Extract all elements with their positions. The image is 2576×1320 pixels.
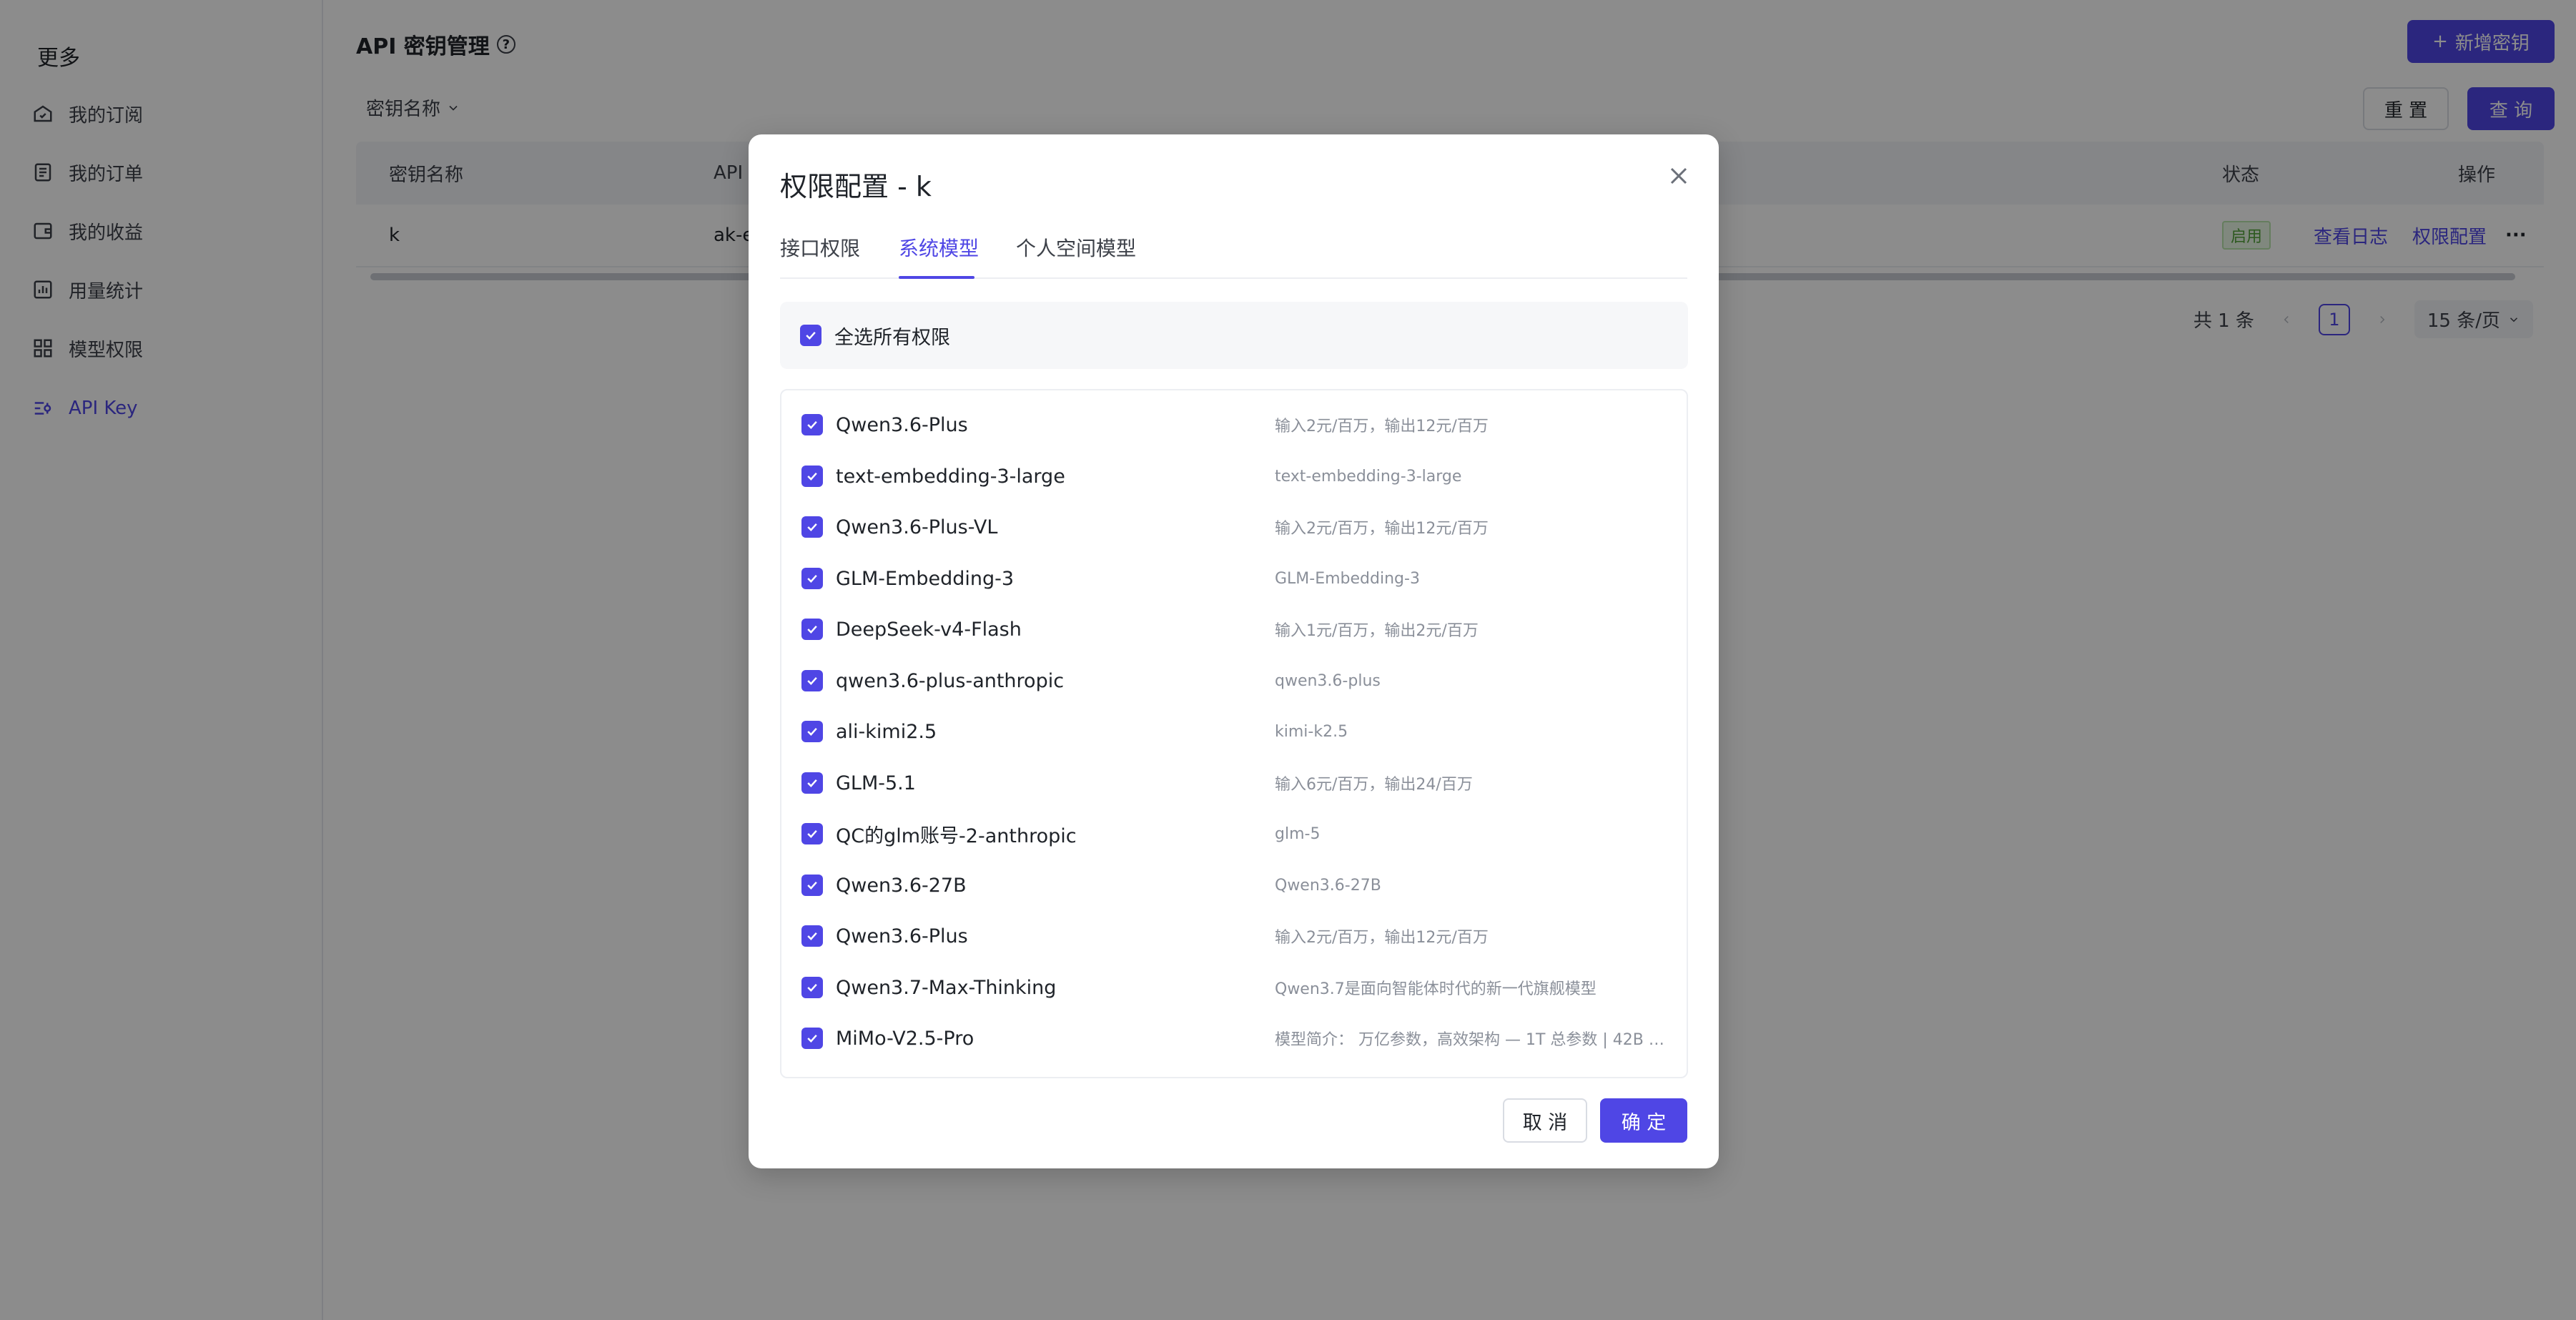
list-item[interactable]: Qwen3.6-Plus 输入2元/百万，输出12元/百万 (801, 403, 1672, 446)
cancel-button[interactable]: 取 消 (1503, 1098, 1587, 1143)
checkbox-checked-icon (801, 466, 823, 487)
model-name: Qwen3.6-Plus (836, 925, 968, 947)
list-item[interactable]: Qwen3.7-Max-Thinking Qwen3.7是面向智能体时代的新一代… (801, 966, 1672, 1009)
list-item[interactable]: GLM-5.1 输入6元/百万，输出24/百万 (801, 762, 1672, 804)
tab-api-permissions[interactable]: 接口权限 (780, 233, 860, 262)
model-name: Qwen3.7-Max-Thinking (836, 976, 1057, 999)
model-list: Qwen3.6-Plus 输入2元/百万，输出12元/百万 text-embed… (780, 389, 1688, 1078)
model-name: GLM-Embedding-3 (836, 567, 1015, 590)
checkbox-checked-icon (801, 925, 823, 947)
checkbox-checked-icon (801, 1028, 823, 1049)
model-description: Qwen3.7是面向智能体时代的新一代旗舰模型 (1275, 980, 1597, 998)
checkbox-checked-icon (801, 670, 823, 691)
confirm-button[interactable]: 确 定 (1600, 1098, 1687, 1143)
app-root: 更多 我的订阅 我的订单 我的收益 用量统计 模型权限 API Key API … (0, 0, 2576, 1320)
checkbox-checked-icon (801, 721, 823, 742)
model-name: QC的glm账号-2-anthropic (836, 824, 1077, 847)
model-description: text-embedding-3-large (1275, 467, 1462, 486)
model-name: Qwen3.6-Plus (836, 413, 968, 436)
model-name: ali-kimi2.5 (836, 720, 937, 743)
checkbox-checked-icon (801, 619, 823, 640)
model-name: Qwen3.6-27B (836, 874, 967, 897)
select-all-label: 全选所有权限 (834, 326, 950, 349)
list-item[interactable]: QC的glm账号-2-anthropic glm-5 (801, 812, 1672, 855)
model-description: 输入2元/百万，输出12元/百万 (1275, 929, 1489, 947)
model-description: glm-5 (1275, 824, 1321, 843)
checkbox-checked-icon (801, 516, 823, 538)
model-name: MiMo-V2.5-Pro (836, 1027, 974, 1050)
model-description: 输入2元/百万，输出12元/百万 (1275, 520, 1489, 538)
active-tab-indicator (899, 276, 974, 279)
checkbox-checked-icon (800, 325, 821, 346)
list-item[interactable]: MiMo-V2.5-Pro 模型简介： 万亿参数，高效架构 — 1T 总参数 |… (801, 1017, 1675, 1060)
model-description: qwen3.6-plus (1275, 671, 1381, 690)
checkbox-checked-icon (801, 875, 823, 896)
model-name: text-embedding-3-large (836, 465, 1065, 488)
permission-config-modal: 权限配置 - k 接口权限 系统模型 个人空间模型 全选所有权限 Qwen3.6… (749, 134, 1719, 1168)
tab-system-models[interactable]: 系统模型 (899, 233, 979, 262)
list-item[interactable]: qwen3.6-plus-anthropic qwen3.6-plus (801, 659, 1672, 702)
modal-tabs: 接口权限 系统模型 个人空间模型 (780, 229, 1687, 279)
list-item[interactable]: Qwen3.6-27B Qwen3.6-27B (801, 864, 1672, 907)
close-icon[interactable] (1664, 162, 1693, 190)
model-name: GLM-5.1 (836, 772, 916, 794)
model-description: GLM-Embedding-3 (1275, 569, 1420, 588)
modal-title: 权限配置 - k (780, 171, 932, 202)
tab-personal-space-models[interactable]: 个人空间模型 (1016, 233, 1136, 262)
model-name: Qwen3.6-Plus-VL (836, 516, 998, 538)
list-item[interactable]: text-embedding-3-large text-embedding-3-… (801, 455, 1672, 498)
model-description: 输入6元/百万，输出24/百万 (1275, 776, 1473, 794)
model-description: Qwen3.6-27B (1275, 876, 1381, 895)
checkbox-checked-icon (801, 823, 823, 844)
model-name: qwen3.6-plus-anthropic (836, 669, 1065, 692)
model-name: DeepSeek-v4-Flash (836, 618, 1022, 641)
model-description: 输入1元/百万，输出2元/百万 (1275, 622, 1479, 640)
select-all-checkbox[interactable]: 全选所有权限 (780, 302, 1688, 369)
model-description: 模型简介： 万亿参数，高效架构 — 1T 总参数 | 42B 激... (1275, 1031, 1675, 1049)
model-description: 输入2元/百万，输出12元/百万 (1275, 418, 1489, 435)
checkbox-checked-icon (801, 977, 823, 998)
checkbox-checked-icon (801, 772, 823, 794)
list-item[interactable]: Qwen3.6-Plus-VL 输入2元/百万，输出12元/百万 (801, 506, 1672, 548)
list-item[interactable]: DeepSeek-v4-Flash 输入1元/百万，输出2元/百万 (801, 608, 1672, 651)
list-item[interactable]: GLM-Embedding-3 GLM-Embedding-3 (801, 557, 1672, 600)
model-description: kimi-k2.5 (1275, 722, 1348, 741)
list-item[interactable]: ali-kimi2.5 kimi-k2.5 (801, 710, 1672, 753)
list-item[interactable]: Qwen3.6-Plus 输入2元/百万，输出12元/百万 (801, 915, 1672, 957)
checkbox-checked-icon (801, 568, 823, 589)
checkbox-checked-icon (801, 414, 823, 435)
